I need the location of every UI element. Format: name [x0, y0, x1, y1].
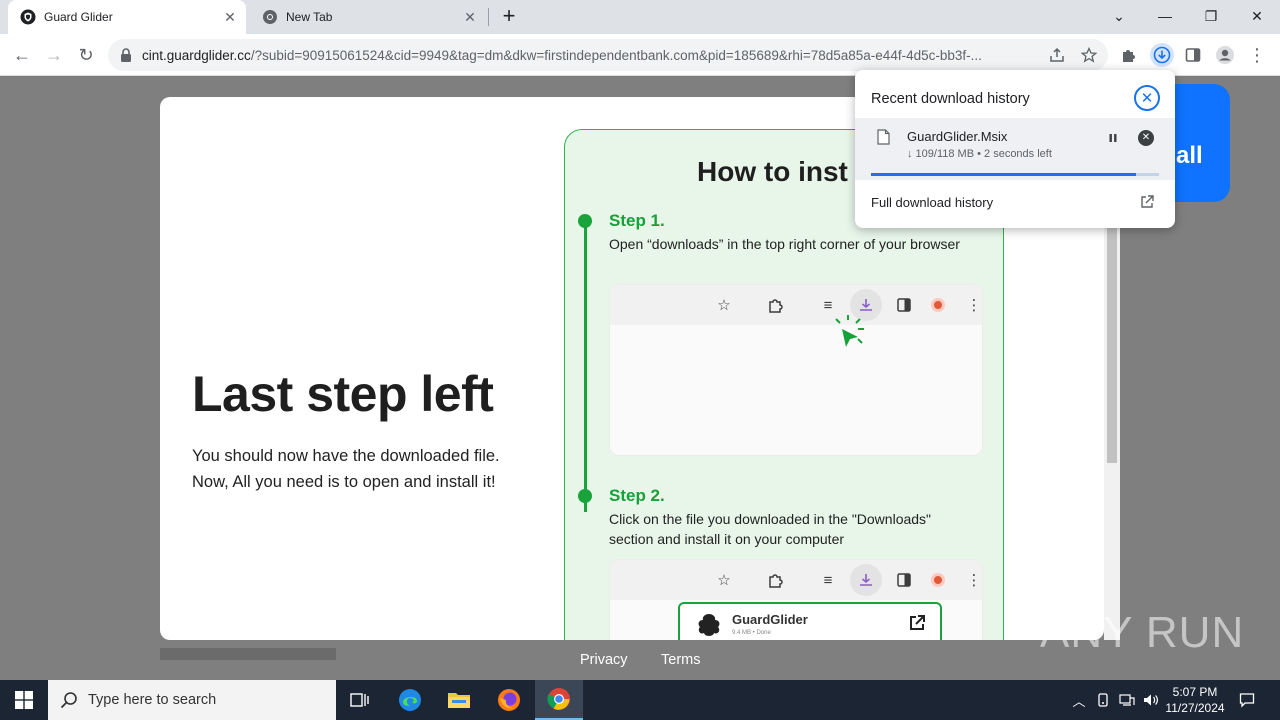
mock-extensions-icon [766, 295, 786, 315]
windows-start-icon[interactable] [0, 680, 48, 720]
firefox-icon[interactable] [485, 680, 533, 720]
share-icon[interactable] [1048, 46, 1066, 64]
mock-download-icon [850, 564, 882, 596]
mock-download-item: GuardGlider 9.4 MB • Done [678, 602, 942, 640]
download-file-name: GuardGlider.Msix [907, 129, 1008, 144]
volume-icon[interactable] [1142, 691, 1160, 709]
clock-time: 5:07 PM [1172, 685, 1218, 699]
file-explorer-icon[interactable] [435, 680, 483, 720]
tab-guard-glider[interactable]: Guard Glider ✕ [8, 0, 246, 34]
mock-sidepanel-icon [894, 570, 914, 590]
mock-app-name: GuardGlider [732, 612, 808, 627]
privacy-link[interactable]: Privacy [580, 652, 628, 668]
tray-device-icon[interactable] [1094, 691, 1112, 709]
network-icon[interactable] [1118, 691, 1136, 709]
system-clock[interactable]: 5:07 PM 11/27/2024 [1160, 684, 1230, 716]
mock-profile-icon [928, 295, 948, 315]
open-in-new-icon[interactable] [1139, 194, 1155, 210]
task-view-icon[interactable] [336, 680, 384, 720]
close-tab-icon[interactable]: ✕ [222, 9, 238, 25]
mock-kebab-icon: ⋮ [966, 572, 982, 589]
chrome-taskbar-icon[interactable] [535, 680, 583, 720]
step-1-screenshot: ☆ ≡ ⋮ [609, 284, 983, 456]
reload-icon[interactable]: ↻ [74, 43, 98, 67]
guardglider-logo-icon [698, 614, 720, 636]
close-tab-icon[interactable]: ✕ [462, 9, 478, 25]
mock-star-icon: ☆ [717, 572, 731, 589]
step-2-screenshot: ☆ ≡ ⋮ GuardGlider 9.4 MB • Done [609, 559, 983, 640]
page-horizontal-scrollbar[interactable] [160, 648, 336, 660]
tab-separator [488, 8, 489, 26]
full-download-history-link[interactable]: Full download history [871, 195, 993, 210]
download-status: ↓ 109/118 MB • 2 seconds left [907, 148, 1052, 160]
mock-profile-icon [928, 570, 948, 590]
download-progress-bar [871, 173, 1159, 176]
mock-extensions-icon [766, 570, 786, 590]
hero-line-2: Now, All you need is to open and install… [192, 473, 496, 491]
downloads-icon[interactable] [1150, 43, 1174, 67]
step-1-text: Open “downloads” in the top right corner… [609, 236, 960, 252]
mock-star-icon: ☆ [717, 297, 731, 314]
notifications-icon[interactable] [1238, 691, 1256, 709]
instructions-title: How to inst [697, 156, 848, 187]
hero-line-1: You should now have the downloaded file. [192, 447, 500, 465]
page-title: Last step left [192, 366, 494, 422]
step-1-dot [578, 214, 592, 228]
cancel-download-icon[interactable]: ✕ [1138, 130, 1154, 146]
taskbar-search-box[interactable]: Type here to search [48, 680, 336, 720]
mock-kebab-icon: ⋮ [966, 297, 982, 314]
forward-arrow-icon[interactable]: → [42, 43, 66, 67]
url-path: /?subid=90915061524&cid=9949&tag=dm&dkw=… [250, 48, 982, 63]
tab-new-tab[interactable]: New Tab ✕ [250, 0, 486, 34]
address-bar[interactable]: cint.guardglider.cc/?subid=90915061524&c… [108, 39, 1108, 71]
chrome-menu-kebab-icon[interactable]: ⋮ [1246, 44, 1268, 66]
tab-search-chevron-icon[interactable]: ⌄ [1108, 6, 1130, 26]
steps-timeline [584, 222, 587, 512]
download-progress-fill [871, 173, 1136, 176]
back-arrow-icon[interactable]: ← [10, 43, 34, 67]
hero-description: You should now have the downloaded file.… [192, 443, 552, 495]
profile-avatar-icon[interactable] [1214, 44, 1236, 66]
close-popup-icon[interactable]: ✕ [1134, 85, 1160, 111]
install-button-label: all [1176, 142, 1203, 169]
restore-icon[interactable]: ❐ [1200, 6, 1222, 26]
download-history-popup: Recent download history ✕ GuardGlider.Ms… [855, 70, 1175, 228]
mock-app-status: 9.4 MB • Done [732, 630, 771, 636]
windows-taskbar: Type here to search ︿ 5:07 PM 11/27/2024 [0, 680, 1280, 720]
download-item[interactable]: GuardGlider.Msix ↓ 109/118 MB • 2 second… [855, 118, 1175, 180]
file-icon [877, 129, 890, 145]
clock-date: 11/27/2024 [1165, 701, 1225, 715]
anyrun-watermark: ANY RUN [1040, 608, 1245, 657]
cursor-pointer-icon [835, 315, 864, 347]
pause-download-icon[interactable] [1105, 130, 1121, 146]
chrome-favicon-icon [263, 10, 277, 24]
open-external-icon [910, 615, 925, 630]
minimize-icon[interactable]: — [1154, 6, 1176, 26]
step-2-label: Step 2. [609, 486, 665, 505]
search-placeholder: Type here to search [88, 692, 217, 708]
step-1-label: Step 1. [609, 211, 665, 230]
tab-title: New Tab [286, 10, 333, 24]
url-text[interactable]: cint.guardglider.cc/?subid=90915061524&c… [142, 48, 1042, 63]
download-popup-title: Recent download history [871, 91, 1030, 107]
tab-title: Guard Glider [44, 10, 113, 24]
terms-link[interactable]: Terms [661, 652, 700, 668]
edge-browser-icon[interactable] [386, 680, 434, 720]
extensions-puzzle-icon[interactable] [1118, 44, 1140, 66]
url-host: cint.guardglider.cc [142, 48, 251, 63]
shield-favicon-icon [20, 9, 36, 25]
mock-media-icon: ≡ [823, 571, 833, 589]
search-icon [60, 692, 77, 709]
new-tab-plus-icon[interactable]: + [498, 5, 520, 27]
bookmark-star-icon[interactable] [1080, 46, 1098, 64]
tab-strip: Guard Glider ✕ New Tab ✕ + ⌄ — ❐ ✕ [0, 0, 1280, 34]
mock-sidepanel-icon [894, 295, 914, 315]
step-2-dot [578, 489, 592, 503]
tray-chevron-up-icon[interactable]: ︿ [1070, 691, 1088, 709]
side-panel-icon[interactable] [1182, 44, 1204, 66]
close-window-icon[interactable]: ✕ [1246, 6, 1268, 26]
lock-icon[interactable] [120, 48, 132, 62]
step-2-text: Click on the file you downloaded in the … [609, 511, 932, 547]
